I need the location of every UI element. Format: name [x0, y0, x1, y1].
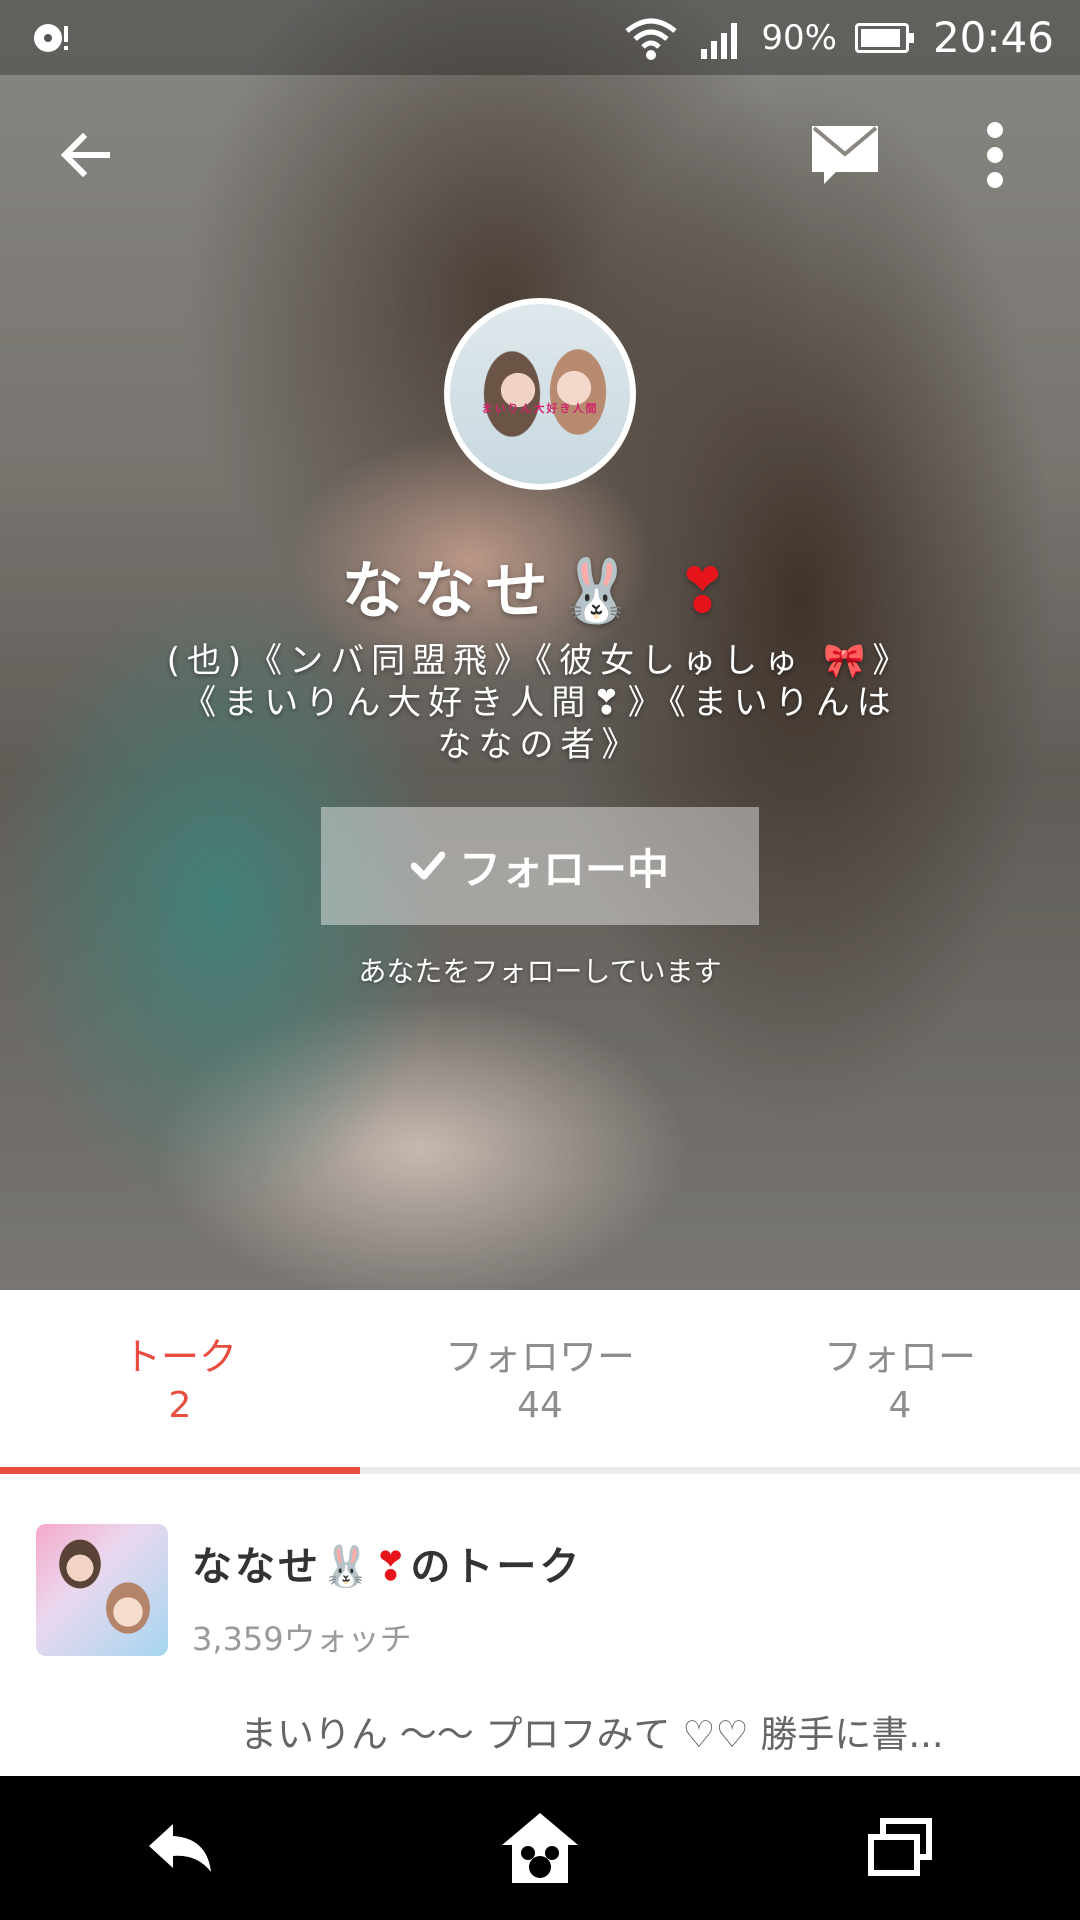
- tab-label: トーク: [122, 1335, 237, 1379]
- status-bar: 90% 20:46: [0, 0, 1080, 75]
- mail-icon: [812, 126, 878, 184]
- profile-screen: 90% 20:46 まいりん大好き人間 ななせ🐰 ❣ (也)《ンバ同盟飛》《彼女…: [0, 0, 1080, 1920]
- media-notification-icon: [34, 23, 68, 52]
- back-button[interactable]: [30, 100, 140, 210]
- recents-icon: [868, 1818, 932, 1876]
- bio-line: ななの者》: [437, 725, 643, 765]
- battery-percentage: 90%: [761, 17, 837, 58]
- arrow-left-icon: [60, 132, 110, 178]
- profile-tabs: トーク 2 フォロワー 44 フォロー 4: [0, 1290, 1080, 1474]
- talk-title-suffix: のトーク: [410, 1544, 583, 1590]
- navigation-bar: [0, 1776, 1080, 1920]
- tab-count: 4: [888, 1385, 912, 1426]
- clock: 20:46: [932, 13, 1054, 62]
- avatar-caption: まいりん大好き人間: [481, 402, 599, 415]
- talk-title: ななせ🐰❣のトーク: [192, 1534, 582, 1592]
- battery-icon: [854, 22, 914, 53]
- bio-line: (也)《ンバ同盟飛》《彼女しゅしゅ 🎀》: [166, 641, 914, 681]
- bio-line: 《まいりん大好き人間❣》《まいりんは: [182, 683, 898, 723]
- tab-label: フォロー: [823, 1335, 976, 1379]
- tab-followers[interactable]: フォロワー 44: [360, 1290, 720, 1474]
- nav-recents-button[interactable]: [830, 1788, 970, 1908]
- home-icon: [502, 1813, 578, 1883]
- check-icon: [410, 851, 445, 880]
- tab-label: フォロワー: [444, 1335, 635, 1379]
- talk-watch-count: 3,359ウォッチ: [192, 1620, 412, 1658]
- tab-talks[interactable]: トーク 2: [0, 1290, 360, 1474]
- more-vertical-icon: [987, 122, 1003, 188]
- heart-icon: ❣: [676, 554, 739, 627]
- profile-bio: (也)《ンバ同盟飛》《彼女しゅしゅ 🎀》 《まいりん大好き人間❣》《まいりんは …: [110, 640, 970, 766]
- tab-count: 2: [168, 1385, 192, 1426]
- tab-following[interactable]: フォロー 4: [720, 1290, 1080, 1474]
- talk-thumbnail: [36, 1524, 168, 1656]
- back-icon: [149, 1824, 211, 1872]
- tab-count: 44: [517, 1385, 563, 1426]
- nav-home-button[interactable]: [470, 1788, 610, 1908]
- follows-you-label: あなたをフォローしています: [358, 955, 722, 988]
- message-button[interactable]: [790, 100, 900, 210]
- following-button-label: フォロー中: [458, 844, 669, 894]
- wifi-icon: [625, 18, 677, 60]
- tab-indicator: [0, 1467, 360, 1474]
- profile-name: ななせ🐰 ❣: [0, 540, 1080, 630]
- talk-snippet: まいりん 〜〜 プロフみて ♡♡ 勝手に書...: [240, 1713, 944, 1756]
- nav-back-button[interactable]: [110, 1788, 250, 1908]
- profile-name-text: ななせ🐰: [341, 554, 645, 627]
- heart-icon: ❣: [373, 1544, 411, 1590]
- talk-card[interactable]: ななせ🐰❣のトーク 3,359ウォッチ まいりん 〜〜 プロフみて ♡♡ 勝手に…: [0, 1474, 1080, 1776]
- signal-icon: [701, 22, 738, 59]
- following-button[interactable]: フォロー中: [321, 807, 759, 925]
- top-toolbar: [0, 100, 1080, 210]
- profile-avatar[interactable]: まいりん大好き人間: [444, 298, 636, 490]
- talk-title-name: ななせ🐰: [192, 1544, 374, 1590]
- more-options-button[interactable]: [940, 100, 1050, 210]
